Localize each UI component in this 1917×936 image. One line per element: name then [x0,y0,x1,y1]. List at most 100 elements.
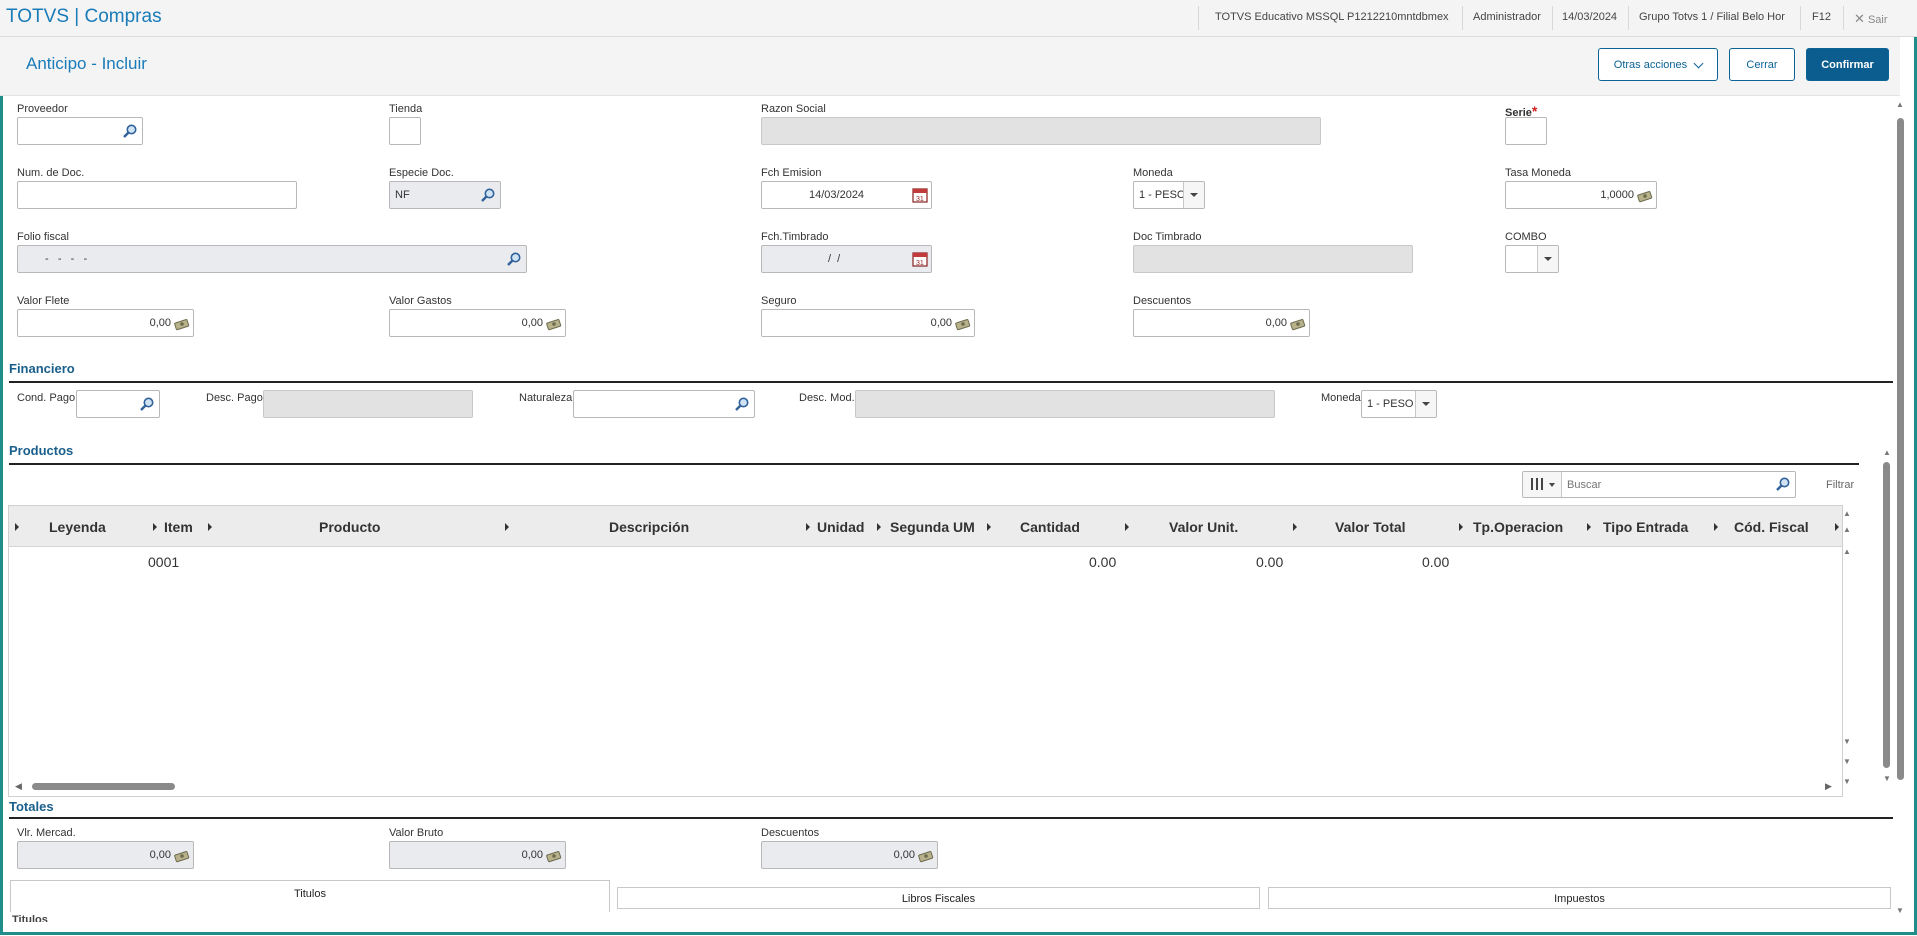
scroll-up-icon[interactable]: ▲ [1883,448,1891,457]
tasa-moneda-field[interactable]: 1,0000 [1505,181,1657,209]
fch-emision-field[interactable]: 14/03/2024 31 [761,181,932,209]
column-header-cantidad[interactable]: Cantidad [1020,519,1080,535]
cell-valor-total[interactable]: 0.00 [1422,554,1449,570]
tab-libros-fiscales[interactable]: Libros Fiscales [617,887,1260,909]
naturaleza-field[interactable] [573,390,755,418]
column-resize-icon[interactable] [877,523,881,531]
proveedor-field[interactable] [17,117,143,145]
scroll-up-icon[interactable]: ▲ [1896,100,1904,109]
column-header-tipo-entrada[interactable]: Tipo Entrada [1603,519,1688,535]
column-header-valor-unit[interactable]: Valor Unit. [1169,519,1238,535]
user-label[interactable]: Administrador [1473,11,1541,23]
money-icon[interactable] [174,316,190,332]
fch-timbrado-label: Fch.Timbrado [761,231,829,243]
scroll-down-icon[interactable]: ▼ [1843,737,1851,746]
valor-flete-field[interactable]: 0,00 [17,309,194,337]
cond-pago-field[interactable] [76,390,160,418]
num-doc-field[interactable] [17,181,297,209]
column-resize-icon[interactable] [1459,523,1463,531]
search-icon[interactable] [139,396,155,412]
tienda-field[interactable] [389,117,421,145]
valor-bruto-field: 0,00 [389,841,566,869]
moneda-select[interactable]: 1 - PESC [1133,181,1205,209]
column-header-descripcion[interactable]: Descripción [609,519,689,535]
column-resize-icon[interactable] [1714,523,1718,531]
close-button[interactable]: Cerrar [1729,48,1795,81]
grid-search-input[interactable] [1565,475,1769,495]
column-resize-icon[interactable] [1587,523,1591,531]
column-resize-icon[interactable] [208,523,212,531]
section-scroll-thumb[interactable] [1883,462,1890,768]
column-header-item[interactable]: Item [164,519,193,535]
chevron-down-icon[interactable] [1183,182,1204,208]
column-header-cod-fiscal[interactable]: Cód. Fiscal [1734,519,1809,535]
horizontal-scroll-thumb[interactable] [32,783,175,790]
page-scroll-thumb[interactable] [1897,118,1904,780]
scroll-page-down-icon[interactable]: ▼ [1843,757,1851,766]
scroll-down-icon[interactable]: ▼ [1883,774,1891,783]
column-resize-icon[interactable] [1293,523,1297,531]
money-icon[interactable] [1637,188,1653,204]
scroll-right-icon[interactable]: ▶ [1825,781,1832,792]
filter-button[interactable]: Filtrar [1826,479,1854,491]
serie-field[interactable] [1505,117,1547,145]
folio-fiscal-field[interactable]: - - - - [17,245,527,273]
column-chooser-button[interactable] [1523,472,1562,497]
scroll-down-icon[interactable]: ▼ [1896,906,1904,915]
valor-gastos-label: Valor Gastos [389,295,452,307]
money-icon[interactable] [955,316,971,332]
page-scrollbar[interactable]: ▲ ▼ [1896,100,1904,920]
tab-titulos[interactable]: Titulos [10,880,610,912]
grid-vertical-scrollbar[interactable]: ▲ ▲ ▲ ▼ ▼ ▼ [1840,505,1855,795]
cell-valor-unit[interactable]: 0.00 [1256,554,1283,570]
calendar-icon[interactable]: 31 [912,251,928,267]
column-resize-icon[interactable] [1125,523,1129,531]
seguro-field[interactable]: 0,00 [761,309,975,337]
combo-select[interactable] [1505,245,1559,273]
branch-label[interactable]: Grupo Totvs 1 / Filial Belo Hor [1639,11,1785,23]
scroll-bottom-icon[interactable]: ▼ [1843,777,1851,786]
moneda-fin-select[interactable]: 1 - PESO [1361,390,1437,418]
column-header-leyenda[interactable]: Leyenda [49,519,106,535]
column-header-segunda-um[interactable]: Segunda UM [890,519,975,535]
search-icon[interactable] [1775,476,1791,492]
search-icon[interactable] [506,251,522,267]
calendar-icon[interactable]: 31 [912,187,928,203]
valor-gastos-field[interactable]: 0,00 [389,309,566,337]
search-icon[interactable] [122,123,138,139]
f12-button[interactable]: F12 [1812,11,1831,23]
confirm-button[interactable]: Confirmar [1806,48,1889,81]
exit-label: Sair [1867,14,1888,26]
grid-search-bar[interactable] [1522,471,1796,498]
column-resize-icon[interactable] [153,523,157,531]
exit-button[interactable]: ✕ Sair [1854,11,1888,27]
column-header-valor-total[interactable]: Valor Total [1335,519,1406,535]
money-icon[interactable] [546,316,562,332]
search-icon[interactable] [734,396,750,412]
scroll-up-icon[interactable]: ▲ [1843,547,1851,556]
chevron-down-icon[interactable] [1537,246,1558,272]
section-scrollbar[interactable]: ▲ ▼ [1883,448,1891,788]
search-icon[interactable] [480,187,496,203]
cell-cantidad[interactable]: 0.00 [1089,554,1116,570]
scroll-page-up-icon[interactable]: ▲ [1843,525,1851,534]
table-row[interactable]: 0001 0.00 0.00 0.00 [9,547,1842,577]
column-resize-icon[interactable] [505,523,509,531]
cell-item[interactable]: 0001 [148,554,179,570]
column-resize-icon[interactable] [806,523,810,531]
chevron-down-icon[interactable] [1415,391,1436,417]
especie-doc-field[interactable]: NF [389,181,501,209]
descuentos-field[interactable]: 0,00 [1133,309,1310,337]
column-header-unidad[interactable]: Unidad [817,519,864,535]
tab-impuestos[interactable]: Impuestos [1268,887,1891,909]
scroll-top-icon[interactable]: ▲ [1843,509,1851,518]
column-resize-icon[interactable] [15,523,19,531]
column-header-tp-operacion[interactable]: Tp.Operacion [1473,519,1563,535]
column-header-producto[interactable]: Producto [319,519,380,535]
scroll-left-icon[interactable]: ◀ [15,781,22,792]
fch-timbrado-field[interactable]: / / 31 [761,245,932,273]
more-actions-button[interactable]: Otras acciones [1598,48,1718,81]
money-icon[interactable] [1290,316,1306,332]
column-resize-icon[interactable] [987,523,991,531]
column-resize-icon[interactable] [1835,523,1839,531]
